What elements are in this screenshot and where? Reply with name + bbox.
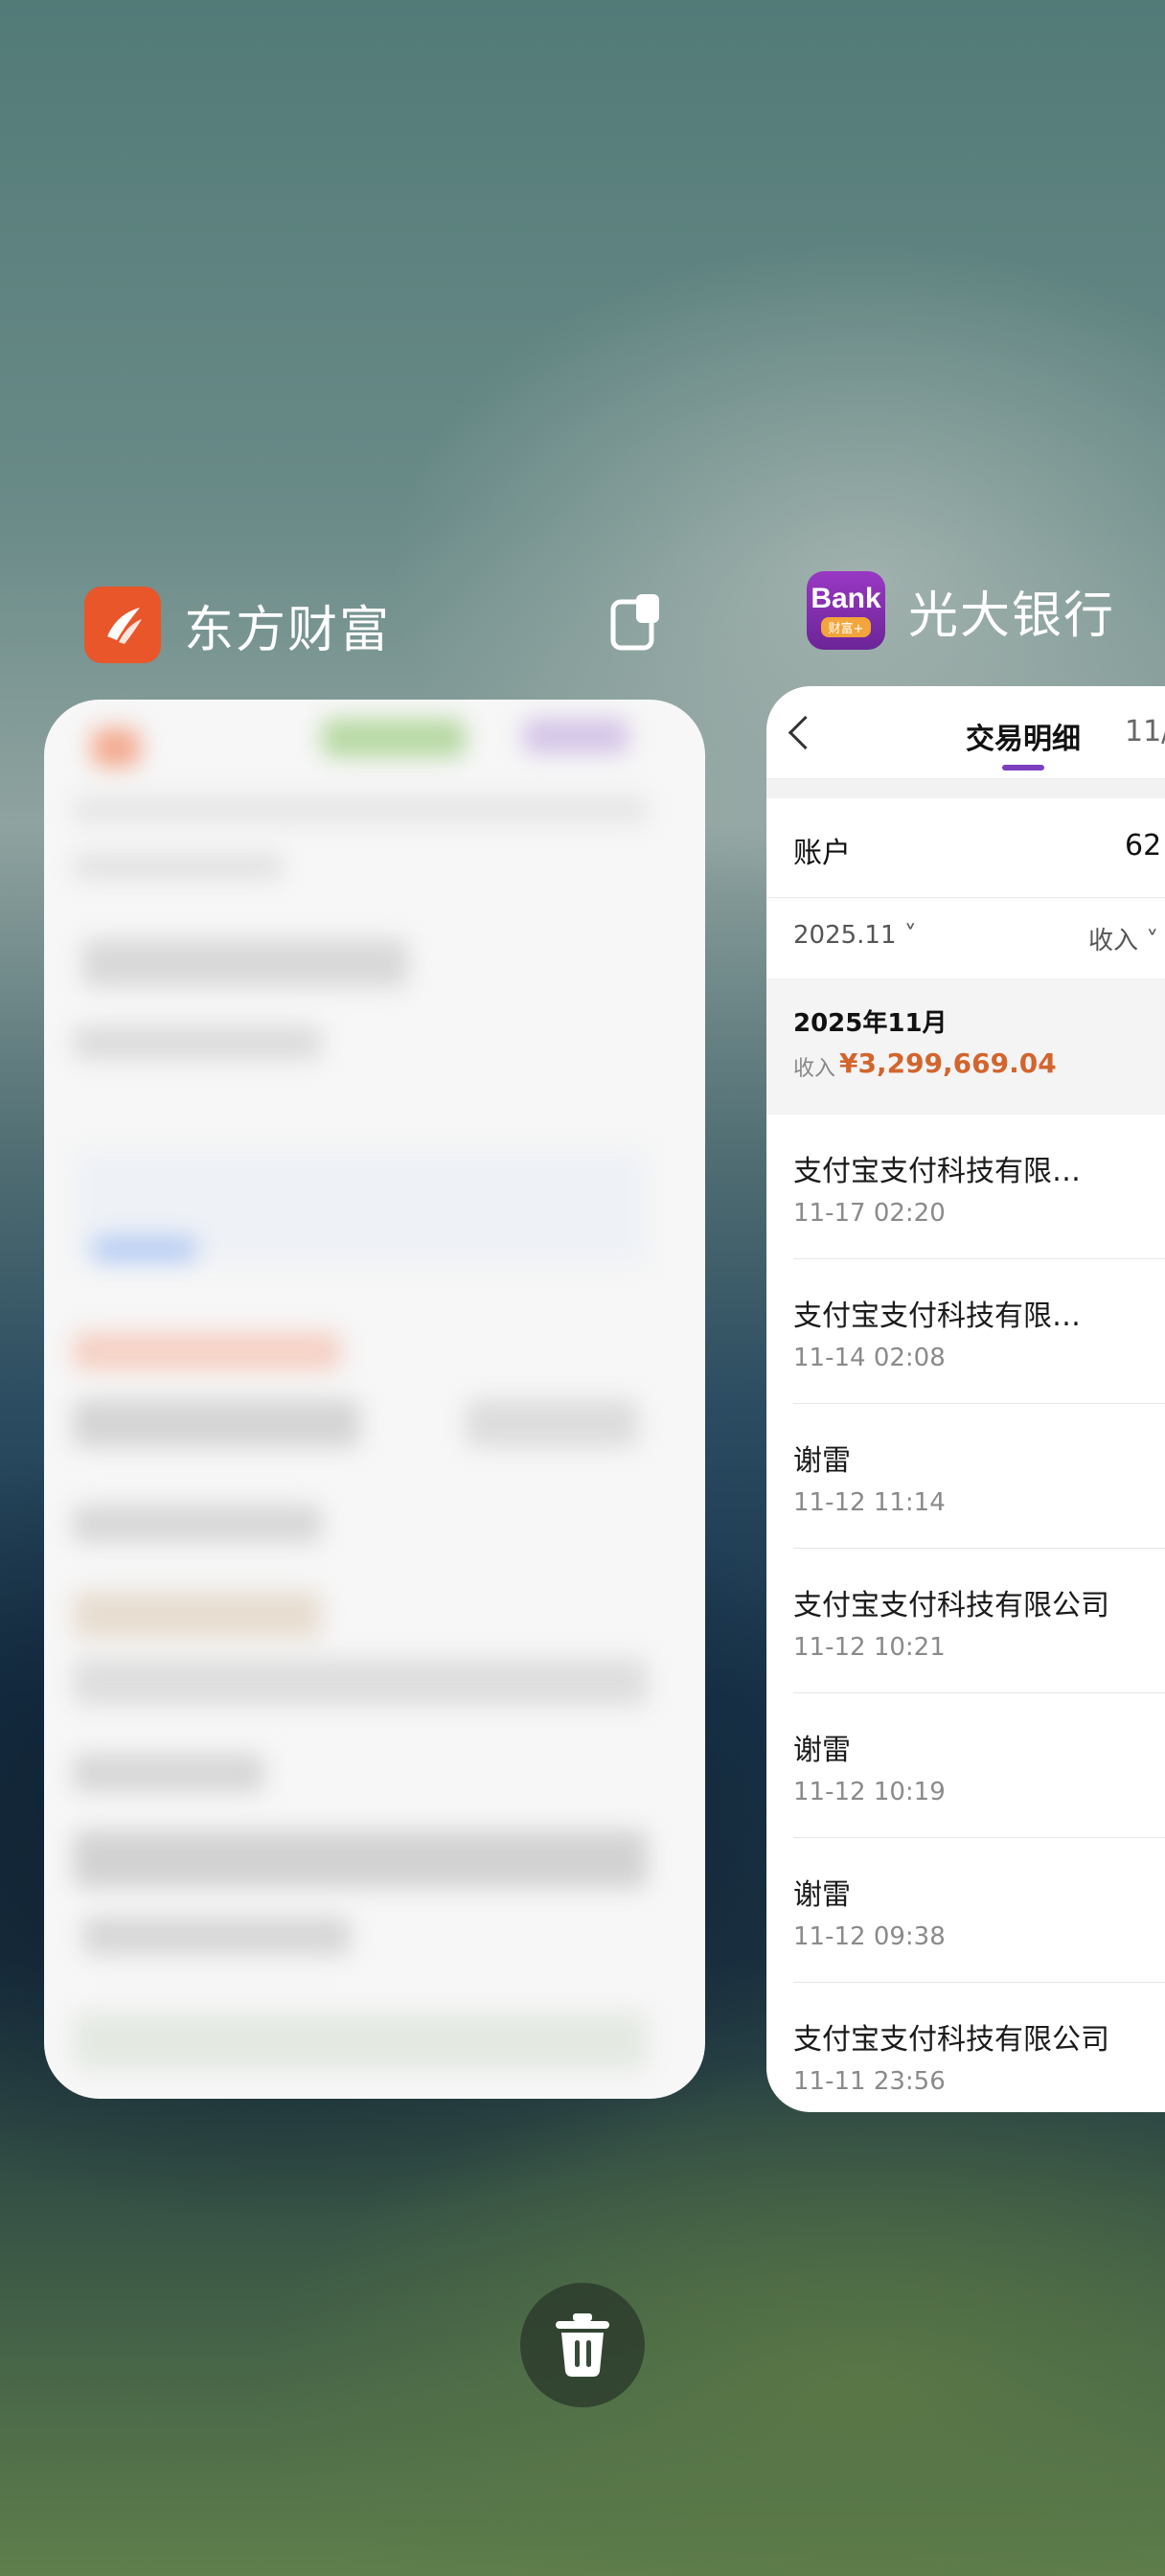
transaction-time: 11-14 02:08	[793, 1344, 946, 1372]
account-row[interactable]: 账户 62	[766, 798, 1165, 898]
transaction-row[interactable]: 谢雷 11-12 10:19	[793, 1693, 1165, 1838]
type-filter[interactable]: 收入 ˅	[1088, 921, 1158, 956]
bank-top-bar: 交易明细 11/	[766, 686, 1165, 779]
app-header-eastmoney[interactable]: 东方财富	[84, 586, 391, 663]
transaction-time: 11-12 09:38	[793, 1922, 946, 1951]
eastmoney-logo-icon	[84, 586, 161, 663]
transaction-time: 11-12 10:21	[793, 1633, 946, 1662]
app-card-eastmoney[interactable]	[44, 700, 705, 2099]
app-title-eastmoney: 东方财富	[184, 601, 392, 659]
page-title: 交易明细	[966, 723, 1081, 756]
clear-all-button[interactable]	[520, 2283, 645, 2407]
filter-row: 2025.11 ˅ 收入 ˅	[766, 898, 1165, 978]
transaction-name: 支付宝支付科技有限…	[793, 1300, 1081, 1333]
account-label: 账户	[793, 837, 851, 870]
transaction-name: 谢雷	[793, 1444, 851, 1478]
transaction-row[interactable]: 支付宝支付科技有限公司 11-11 23:56	[793, 1983, 1165, 2112]
account-value: 62	[1125, 829, 1162, 862]
trash-icon	[556, 2313, 609, 2377]
tab-underline	[1002, 765, 1044, 770]
transaction-name: 谢雷	[793, 1878, 851, 1912]
transaction-time: 11-12 10:19	[793, 1778, 946, 1806]
transaction-name: 支付宝支付科技有限公司	[793, 2023, 1109, 2057]
income-label: 收入	[793, 1057, 836, 1081]
transaction-row[interactable]: 支付宝支付科技有限… 11-17 02:20	[793, 1115, 1165, 1259]
transaction-time: 11-12 11:14	[793, 1488, 946, 1517]
month-title: 2025年11月	[793, 1009, 948, 1038]
transaction-row[interactable]: 支付宝支付科技有限公司 11-12 10:21	[793, 1549, 1165, 1693]
month-summary: 2025年11月 收入 ¥3,299,669.04	[766, 978, 1165, 1115]
transaction-time: 11-11 23:56	[793, 2067, 946, 2096]
blurred-preview	[44, 700, 705, 2099]
transaction-name: 支付宝支付科技有限公司	[793, 1589, 1109, 1622]
chevron-down-icon: ˅	[1138, 927, 1159, 955]
transaction-name: 谢雷	[793, 1734, 851, 1767]
transaction-row[interactable]: 谢雷 11-12 11:14	[793, 1404, 1165, 1549]
transaction-row[interactable]: 谢雷 11-12 09:38	[793, 1838, 1165, 1983]
transaction-time: 11-17 02:20	[793, 1199, 946, 1228]
transaction-name: 支付宝支付科技有限…	[793, 1155, 1081, 1188]
app-title-cebbank: 光大银行	[908, 586, 1116, 645]
app-header-cebbank[interactable]: Bank 财富+ 光大银行	[807, 571, 1115, 650]
back-arrow-icon[interactable]	[788, 715, 823, 750]
income-amount: ¥3,299,669.04	[839, 1047, 1057, 1079]
split-screen-icon[interactable]	[607, 588, 676, 657]
date-filter[interactable]: 2025.11 ˅	[793, 921, 917, 950]
app-card-cebbank[interactable]: 交易明细 11/ 账户 62 2025.11 ˅ 收入 ˅ 2025年11月 收…	[766, 686, 1165, 2112]
transaction-row[interactable]: 支付宝支付科技有限… 11-14 02:08	[793, 1259, 1165, 1404]
tab-next[interactable]: 11/	[1125, 715, 1165, 748]
cebbank-logo-icon: Bank 财富+	[807, 571, 885, 650]
chevron-down-icon: ˅	[896, 921, 917, 950]
